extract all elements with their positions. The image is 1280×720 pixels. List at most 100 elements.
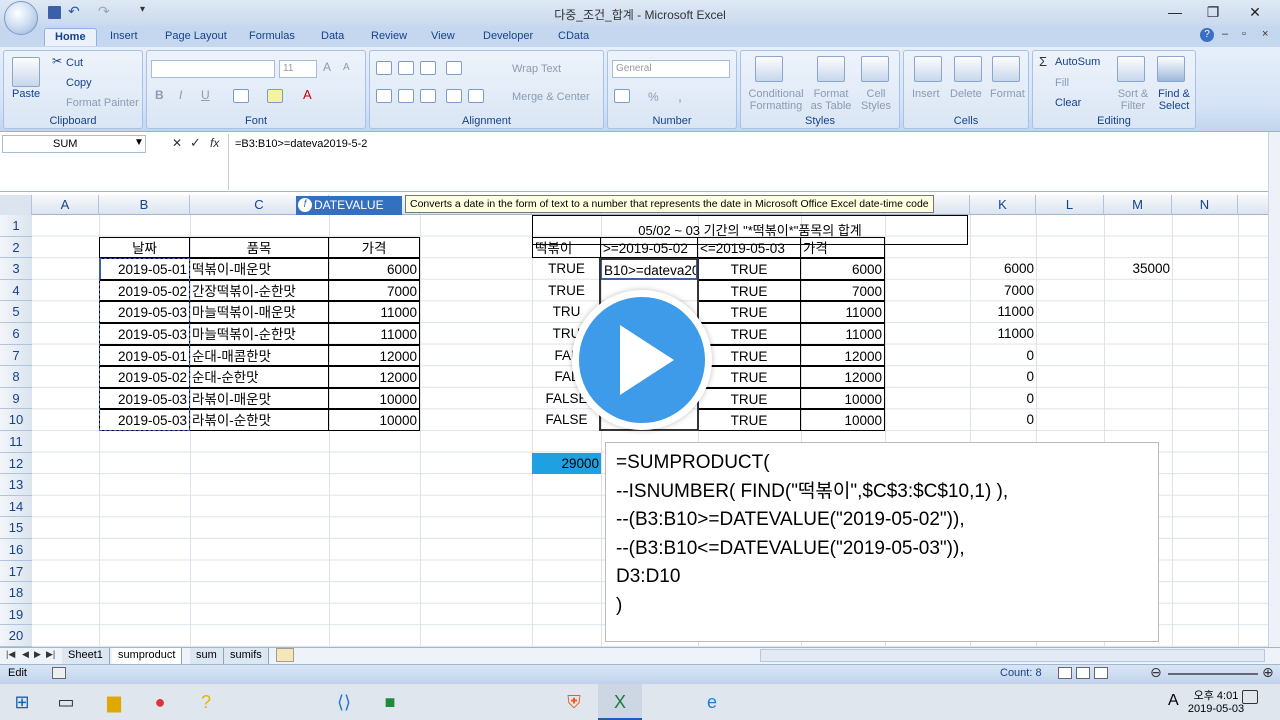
sheet-nav-prev-icon[interactable]: ◀ bbox=[22, 649, 29, 660]
format-cells-icon[interactable] bbox=[992, 56, 1020, 82]
tab-formulas[interactable]: Formulas bbox=[239, 28, 305, 46]
sheet-nav-first-icon[interactable]: |◀ bbox=[6, 649, 15, 660]
table-cell-price[interactable]: 10000 bbox=[328, 387, 420, 410]
column-header-m[interactable]: M bbox=[1104, 195, 1172, 215]
calc-cell-total-m3[interactable]: 35000 bbox=[1104, 258, 1172, 280]
calc-cell-product[interactable]: 11000 bbox=[970, 301, 1036, 323]
vertical-scrollbar[interactable] bbox=[1268, 132, 1280, 647]
table-cell-price[interactable]: 11000 bbox=[328, 301, 420, 323]
macro-record-icon[interactable] bbox=[52, 667, 66, 679]
shrink-font-icon[interactable]: A bbox=[343, 62, 350, 73]
restore-button[interactable]: ❐ bbox=[1198, 4, 1228, 22]
delete-cells-icon[interactable] bbox=[954, 56, 982, 82]
row-header-7[interactable]: 7 bbox=[0, 345, 32, 367]
row-header-2[interactable]: 2 bbox=[0, 237, 32, 259]
ime-indicator[interactable]: A bbox=[1168, 692, 1179, 710]
name-box[interactable]: SUM bbox=[2, 135, 146, 153]
table-cell-date[interactable]: 2019-05-03 bbox=[99, 409, 190, 431]
calc-cell-to[interactable]: TRUE bbox=[697, 323, 801, 345]
conditional-formatting-icon[interactable] bbox=[755, 56, 783, 82]
format-as-table-icon[interactable] bbox=[817, 56, 845, 82]
edge-icon[interactable]: e bbox=[690, 684, 734, 720]
calc-result[interactable]: 29000 bbox=[532, 452, 601, 475]
align-middle-icon[interactable] bbox=[398, 61, 414, 75]
table-cell-date[interactable]: 2019-05-03 bbox=[99, 323, 190, 345]
align-center-icon[interactable] bbox=[398, 89, 414, 103]
insert-cells-icon[interactable] bbox=[914, 56, 942, 82]
table-cell-item[interactable]: 마늘떡볶이-매운맛 bbox=[189, 301, 329, 323]
align-right-icon[interactable] bbox=[420, 89, 436, 103]
paste-button[interactable]: Paste bbox=[12, 88, 40, 100]
doc-restore-icon[interactable]: ▫ bbox=[1242, 28, 1246, 40]
row-header-4[interactable]: 4 bbox=[0, 280, 32, 302]
insert-sheet-icon[interactable] bbox=[276, 648, 294, 662]
tab-developer[interactable]: Developer bbox=[473, 28, 543, 46]
table-cell-date[interactable]: 2019-05-01 bbox=[99, 258, 190, 280]
table-cell-price[interactable]: 10000 bbox=[328, 409, 420, 431]
table-cell-item[interactable]: 떡볶이-매운맛 bbox=[189, 258, 329, 280]
table-cell-price[interactable]: 7000 bbox=[328, 279, 420, 302]
clear-button[interactable]: Clear bbox=[1055, 97, 1081, 109]
excel-icon[interactable]: X bbox=[598, 684, 642, 720]
calc-header-price[interactable]: 가격 bbox=[800, 236, 885, 259]
align-bottom-icon[interactable] bbox=[420, 61, 436, 75]
paste-icon[interactable] bbox=[12, 57, 40, 87]
calc-cell-to[interactable]: TRUE bbox=[697, 366, 801, 388]
notification-icon[interactable] bbox=[1242, 690, 1258, 704]
calc-cell-product[interactable]: 0 bbox=[970, 409, 1036, 431]
orientation-icon[interactable] bbox=[446, 61, 462, 75]
font-name-combo[interactable] bbox=[151, 60, 275, 78]
align-top-icon[interactable] bbox=[376, 61, 392, 75]
table-cell-price[interactable]: 6000 bbox=[328, 258, 420, 280]
windows-start-icon[interactable]: ⊞ bbox=[0, 684, 44, 720]
insert-button[interactable]: Insert bbox=[912, 88, 940, 100]
number-format-combo[interactable]: General bbox=[612, 60, 730, 78]
table-header-price[interactable]: 가격 bbox=[328, 236, 420, 259]
calc-cell-price[interactable]: 6000 bbox=[800, 258, 885, 280]
tab-cdata[interactable]: CData bbox=[548, 28, 599, 46]
table-cell-date[interactable]: 2019-05-03 bbox=[99, 301, 190, 323]
name-box-dropdown-icon[interactable]: ▼ bbox=[134, 137, 144, 148]
table-cell-item[interactable]: 라볶이-매운맛 bbox=[189, 387, 329, 410]
page-break-view-icon[interactable] bbox=[1094, 667, 1108, 679]
table-cell-item[interactable]: 순대-순한맛 bbox=[189, 366, 329, 388]
doc-minimize-icon[interactable]: – bbox=[1222, 28, 1228, 40]
calc-cell-price[interactable]: 11000 bbox=[800, 323, 885, 345]
row-header-8[interactable]: 8 bbox=[0, 366, 32, 388]
calc-cell-product[interactable]: 0 bbox=[970, 366, 1036, 388]
increase-indent-icon[interactable] bbox=[468, 89, 484, 103]
cancel-icon[interactable]: ✕ bbox=[172, 136, 182, 150]
tab-data[interactable]: Data bbox=[311, 28, 354, 46]
borders-icon[interactable] bbox=[233, 89, 249, 103]
calc-cell-to[interactable]: TRUE bbox=[697, 409, 801, 431]
table-cell-price[interactable]: 11000 bbox=[328, 323, 420, 345]
column-header-l[interactable]: L bbox=[1036, 195, 1104, 215]
merge-center-button[interactable]: Merge & Center bbox=[512, 91, 590, 103]
row-header-14[interactable]: 14 bbox=[0, 496, 32, 518]
table-cell-date[interactable]: 2019-05-02 bbox=[99, 279, 190, 302]
app-icon-red[interactable]: ● bbox=[138, 684, 182, 720]
calc-cell-price[interactable]: 11000 bbox=[800, 301, 885, 323]
zoom-out-icon[interactable]: ⊖ bbox=[1150, 664, 1162, 681]
copy-button[interactable]: Copy bbox=[66, 77, 92, 89]
sheet-nav-last-icon[interactable]: ▶| bbox=[46, 649, 55, 660]
calc-cell-match[interactable]: TRUE bbox=[532, 258, 601, 280]
row-header-19[interactable]: 19 bbox=[0, 604, 32, 626]
calc-cell-match[interactable]: TRUE bbox=[532, 280, 601, 302]
clock-time[interactable]: 오후 4:01 bbox=[1192, 687, 1240, 703]
calc-cell-product[interactable]: 6000 bbox=[970, 258, 1036, 280]
bold-button[interactable]: B bbox=[155, 88, 164, 102]
font-size-combo[interactable]: 11 bbox=[279, 60, 317, 78]
row-header-9[interactable]: 9 bbox=[0, 388, 32, 410]
cell-styles-icon[interactable] bbox=[861, 56, 889, 82]
tab-view[interactable]: View bbox=[421, 28, 465, 46]
column-header-b[interactable]: B bbox=[99, 195, 190, 215]
italic-button[interactable]: I bbox=[179, 88, 182, 102]
decrease-indent-icon[interactable] bbox=[446, 89, 462, 103]
table-cell-date[interactable]: 2019-05-03 bbox=[99, 387, 190, 410]
sheet-tab-sum[interactable]: sum bbox=[190, 648, 224, 664]
insert-function-button[interactable]: fx bbox=[210, 136, 219, 150]
row-header-11[interactable]: 11 bbox=[0, 431, 32, 453]
calc-cell-price[interactable]: 10000 bbox=[800, 387, 885, 410]
calc-cell-to[interactable]: TRUE bbox=[697, 279, 801, 302]
